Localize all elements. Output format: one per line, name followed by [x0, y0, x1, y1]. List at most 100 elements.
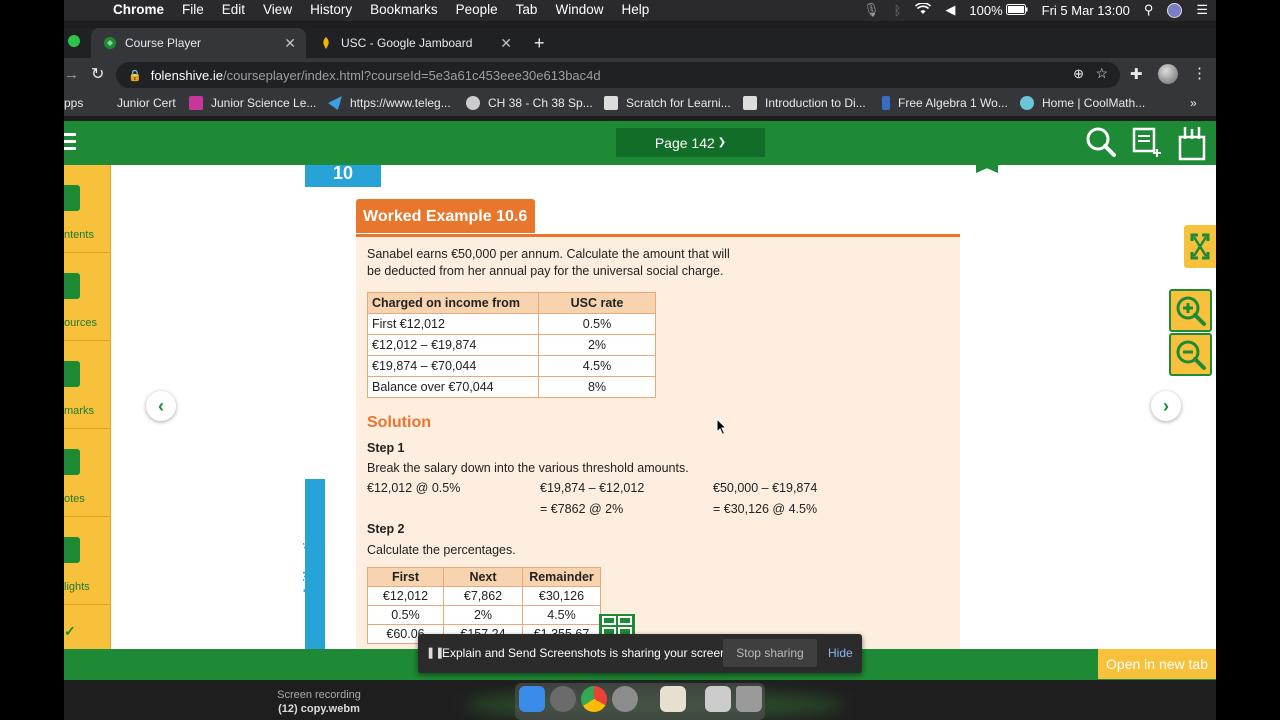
bookmark-star-icon[interactable]: ☆	[1095, 65, 1108, 82]
tab-title: USC - Google Jamboard	[341, 36, 473, 50]
desktop-file-label[interactable]: Screen recording (12) copy.webm	[254, 688, 384, 716]
sidebar-border	[110, 165, 111, 649]
bookmark-coolmath[interactable]: Home | CoolMath...	[1020, 96, 1145, 110]
user-icon[interactable]	[1167, 2, 1183, 18]
bookmarks-overflow[interactable]: »	[1190, 96, 1197, 110]
menu-window[interactable]: Window	[555, 2, 603, 17]
bookmark-junior-cert[interactable]: Junior Cert	[117, 96, 176, 110]
chrome-menu-icon[interactable]: ⋮	[1192, 64, 1207, 82]
notification-center-icon[interactable]: ☰	[1196, 2, 1208, 18]
lock-icon[interactable]: 🔒	[128, 69, 142, 82]
next-page-button[interactable]: ›	[1151, 391, 1181, 421]
question-line-1: Sanabel earns €50,000 per annum. Calcula…	[367, 247, 730, 261]
volume-icon[interactable]: ◀	[945, 2, 955, 18]
bookmark-junior-science[interactable]: Junior Science Le...	[189, 96, 316, 110]
sidebar-item-contents[interactable]: ntents	[64, 165, 111, 253]
finder-icon[interactable]	[519, 686, 545, 712]
zoom-in-button[interactable]	[1169, 289, 1212, 332]
zoom-out-icon	[1176, 340, 1206, 370]
fullscreen-button[interactable]	[1184, 225, 1216, 268]
previous-page-button[interactable]: ‹	[146, 391, 176, 421]
screenshot-folder-icon[interactable]	[705, 686, 731, 712]
launchpad-icon[interactable]	[550, 686, 576, 712]
bookmark-introduction[interactable]: Introduction to Di...	[743, 96, 866, 110]
bookmark-scratch[interactable]: Scratch for Learni...	[604, 96, 731, 110]
bookmark-favicon-icon	[882, 96, 890, 110]
column-header: Remainder	[522, 567, 601, 587]
extensions-puzzle-icon[interactable]: ✚	[1130, 65, 1143, 83]
zoom-icon[interactable]: ⊕	[1073, 66, 1084, 82]
clock[interactable]: Fri 5 Mar 13:00	[1042, 3, 1130, 18]
sidebar-item-notes[interactable]: otes	[64, 429, 111, 517]
back-arrow-icon[interactable]: →	[64, 66, 79, 83]
bookmark-favicon-icon	[328, 96, 342, 110]
bookmark-apps[interactable]: pps	[64, 96, 83, 110]
mac-menu-bar: Chrome File Edit View History Bookmarks …	[64, 0, 1216, 21]
chrome-dock-icon[interactable]	[581, 686, 607, 712]
sidebar-item-more[interactable]: ✓	[64, 605, 111, 649]
bookmark-telegraph[interactable]: https://www.teleg...	[328, 96, 451, 110]
wifi-icon[interactable]	[915, 1, 932, 18]
page-label: Page 142	[654, 134, 715, 151]
new-tab-icon[interactable]: +	[534, 33, 545, 54]
reload-icon[interactable]: ↻	[91, 64, 104, 84]
bookmarks-bar: pps Junior Cert Junior Science Le... htt…	[64, 92, 1216, 116]
stop-sharing-button[interactable]: Stop sharing	[723, 639, 817, 667]
chevron-right-icon: »	[1190, 96, 1197, 110]
profile-avatar[interactable]	[1158, 64, 1178, 84]
menu-people[interactable]: People	[456, 2, 498, 17]
hide-button[interactable]: Hide	[828, 646, 853, 660]
column-header: USC rate	[538, 292, 656, 314]
solution-heading: Solution	[367, 414, 431, 431]
spotlight-icon[interactable]: ⚲	[1144, 2, 1154, 18]
bookmark-ch38[interactable]: CH 38 - Ch 38 Sp...	[466, 96, 593, 110]
tab-course-player[interactable]: Course Player ✕	[91, 28, 306, 58]
menu-bookmarks[interactable]: Bookmarks	[370, 2, 438, 17]
trash-icon[interactable]	[736, 686, 762, 712]
window-zoom-icon[interactable]	[68, 35, 80, 47]
resources-bag-icon[interactable]	[1176, 125, 1208, 161]
usc-rate-table: Charged on income from USC rate First €1…	[367, 292, 656, 398]
search-icon[interactable]	[1085, 125, 1117, 159]
app-header: Page 142 ❯	[64, 121, 1216, 165]
menu-history[interactable]: History	[310, 2, 352, 17]
page-selector[interactable]: Page 142 ❯	[616, 128, 765, 157]
table-row: €19,874 – €70,044 4.5%	[367, 355, 656, 377]
battery-icon[interactable]	[1005, 3, 1028, 18]
address-bar[interactable]: 🔒 folenshive.ie/courseplayer/index.html?…	[116, 62, 1120, 88]
table-cell: Balance over €70,044	[367, 376, 539, 398]
close-tab-icon[interactable]: ✕	[500, 35, 512, 52]
menu-icon[interactable]	[64, 133, 76, 154]
check-icon: ✓	[64, 623, 76, 639]
menu-app-name[interactable]: Chrome	[113, 2, 164, 17]
bookmark-label: CH 38 - Ch 38 Sp...	[488, 96, 593, 110]
globe-icon	[466, 96, 480, 110]
bookmark-label: Junior Cert	[117, 96, 176, 110]
bookmark-free-algebra[interactable]: Free Algebra 1 Wo...	[882, 96, 1008, 110]
menu-help[interactable]: Help	[621, 2, 649, 17]
share-message: Explain and Send Screenshots is sharing …	[442, 646, 731, 660]
sidebar-item-resources[interactable]: ources	[64, 253, 111, 341]
zoom-in-icon	[1176, 296, 1206, 326]
close-tab-icon[interactable]: ✕	[284, 35, 296, 52]
column-header: First	[367, 567, 444, 587]
sidebar-item-highlights[interactable]: lights	[64, 517, 111, 605]
bookmark-favicon-icon	[189, 96, 203, 110]
zoom-out-button[interactable]	[1169, 333, 1212, 376]
sidebar-item-bookmarks[interactable]: marks	[64, 341, 111, 429]
sidebar-item-label: lights	[64, 581, 90, 593]
chevron-right-icon: ›	[1163, 395, 1169, 416]
bookmark-icon	[64, 361, 80, 387]
add-note-icon[interactable]	[1131, 125, 1163, 159]
menu-tab[interactable]: Tab	[516, 2, 538, 17]
open-in-new-tab-button[interactable]: Open in new tab	[1098, 649, 1216, 679]
microphone-icon[interactable]: 🎙	[863, 2, 880, 18]
system-preferences-icon[interactable]	[612, 686, 638, 712]
document-icon[interactable]	[660, 686, 686, 712]
menu-view[interactable]: View	[263, 2, 292, 17]
tab-jamboard[interactable]: USC - Google Jamboard ✕	[307, 28, 522, 58]
menu-edit[interactable]: Edit	[222, 2, 245, 17]
bluetooth-icon[interactable]: ᛒ	[894, 3, 902, 18]
menu-file[interactable]: File	[182, 2, 204, 17]
book-viewer: ntents ources marks otes lights ✓ 10 Ari…	[64, 165, 1216, 649]
